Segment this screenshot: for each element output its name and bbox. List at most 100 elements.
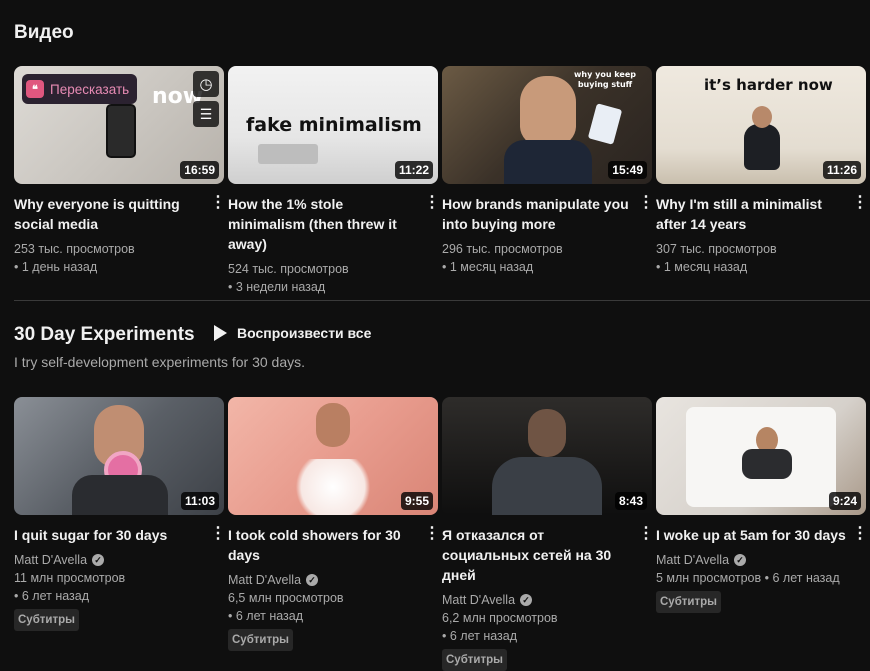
channel-name[interactable]: Matt D'Avella ✓ [442,591,652,609]
clock-icon: ◷ [199,76,213,93]
video-card[interactable]: 9:24 I woke up at 5am for 30 days ⋮ Matt… [656,397,868,671]
channel-label: Matt D'Avella [14,553,88,567]
video-age: 1 месяц назад [442,258,652,276]
video-age: 6 лет назад [772,571,840,585]
video-card[interactable]: 11:03 I quit sugar for 30 days ⋮ Matt D'… [14,397,226,671]
shirt-graphic [504,140,592,184]
playlist-grid: 11:03 I quit sugar for 30 days ⋮ Matt D'… [14,397,868,671]
more-vert-icon[interactable]: ⋮ [638,194,654,234]
channel-name[interactable]: Matt D'Avella ✓ [228,571,438,589]
video-views: 11 млн просмотров [14,571,126,585]
retell-icon: ❝ [26,80,44,98]
channel-label: Matt D'Avella [228,573,302,587]
more-vert-icon[interactable]: ⋮ [210,525,226,545]
more-vert-icon[interactable]: ⋮ [852,194,868,234]
head-graphic [752,106,772,128]
thumbnail-caption: why you keep buying stuff [574,70,636,89]
video-title[interactable]: I quit sugar for 30 days [14,525,210,545]
bed-graphic [258,144,318,164]
play-icon [214,325,227,341]
thumbnail-caption: fake minimalism [246,114,422,136]
section-title-playlist[interactable]: 30 Day Experiments [14,324,195,346]
video-age: 1 день назад [14,258,224,276]
video-thumbnail[interactable]: why you keep buying stuff 15:49 [442,66,652,184]
video-thumbnail[interactable]: 9:55 [228,397,438,515]
playlist-description: I try self-development experiments for 3… [14,354,306,370]
video-thumbnail[interactable]: 9:24 [656,397,866,515]
video-duration: 9:55 [400,492,433,510]
head-graphic [316,403,350,447]
video-title[interactable]: Why I'm still a minimalist after 14 year… [656,194,852,234]
phone-graphic [106,104,136,158]
channel-name[interactable]: Matt D'Avella ✓ [656,551,866,569]
subtitles-badge: Субтитры [656,591,721,613]
person-graphic [744,124,780,170]
video-duration: 11:26 [822,161,861,179]
shirt-graphic [492,457,602,515]
more-vert-icon[interactable]: ⋮ [424,194,440,254]
video-views: 296 тыс. просмотров [442,242,563,256]
shirt-graphic [742,449,792,479]
channel-label: Matt D'Avella [442,593,516,607]
video-card[interactable]: 9:55 I took cold showers for 30 days ⋮ M… [228,397,440,671]
add-to-queue-button[interactable]: ☰ [193,101,219,127]
shower-graphic [288,459,378,515]
video-duration: 11:22 [394,161,433,179]
check-circle-icon: ✓ [734,554,747,566]
video-age: 6 лет назад [442,627,652,645]
video-title[interactable]: Я отказался от социальных сетей на 30 дн… [442,525,638,585]
video-card[interactable]: now ❝ Пересказать ◷ ☰ 16:59 Why everyone… [14,66,226,296]
video-card[interactable]: 8:43 Я отказался от социальных сетей на … [442,397,654,671]
video-card[interactable]: why you keep buying stuff 15:49 How bran… [442,66,654,296]
check-circle-icon: ✓ [92,554,105,566]
play-all-label: Воспроизвести все [237,325,372,341]
video-duration: 9:24 [828,492,861,510]
video-thumbnail[interactable]: 8:43 [442,397,652,515]
check-circle-icon: ✓ [520,594,533,606]
section-divider [14,300,870,301]
video-duration: 11:03 [180,492,219,510]
video-card[interactable]: fake minimalism 11:22 How the 1% stole m… [228,66,440,296]
video-title[interactable]: I woke up at 5am for 30 days [656,525,852,545]
section-title-videos: Видео [14,22,74,43]
video-age: 6 лет назад [14,587,224,605]
check-circle-icon: ✓ [306,574,319,586]
subtitles-badge: Субтитры [14,609,79,631]
video-duration: 15:49 [608,161,647,179]
video-duration: 8:43 [614,492,647,510]
retell-button[interactable]: ❝ Пересказать [22,74,138,104]
person-graphic [520,76,576,146]
video-views: 6,5 млн просмотров [228,591,344,605]
subtitles-badge: Субтитры [228,629,293,651]
video-title[interactable]: How brands manipulate you into buying mo… [442,194,638,234]
video-duration: 16:59 [180,161,219,179]
video-thumbnail[interactable]: 11:03 [14,397,224,515]
video-title[interactable]: How the 1% stole minimalism (then threw … [228,194,424,254]
retell-label: Пересказать [50,81,130,97]
video-grid: now ❝ Пересказать ◷ ☰ 16:59 Why everyone… [14,66,868,296]
more-vert-icon[interactable]: ⋮ [852,525,868,545]
more-vert-icon[interactable]: ⋮ [424,525,440,565]
video-views: 5 млн просмотров [656,571,762,585]
video-meta-line: 5 млн просмотров • 6 лет назад [656,571,840,585]
video-age: 6 лет назад [228,607,438,625]
channel-name[interactable]: Matt D'Avella ✓ [14,551,224,569]
head-graphic [528,409,566,457]
video-card[interactable]: it’s harder now 11:26 Why I'm still a mi… [656,66,868,296]
play-all-button[interactable]: Воспроизвести все [214,325,371,341]
shirt-graphic [72,475,168,515]
video-thumbnail[interactable]: now ❝ Пересказать ◷ ☰ 16:59 [14,66,224,184]
video-title[interactable]: Why everyone is quitting social media [14,194,210,234]
video-views: 307 тыс. просмотров [656,242,777,256]
video-thumbnail[interactable]: fake minimalism 11:22 [228,66,438,184]
watch-later-button[interactable]: ◷ [193,71,219,97]
more-vert-icon[interactable]: ⋮ [210,194,226,234]
video-thumbnail[interactable]: it’s harder now 11:26 [656,66,866,184]
subtitles-badge: Субтитры [442,649,507,671]
more-vert-icon[interactable]: ⋮ [638,525,654,585]
video-title[interactable]: I took cold showers for 30 days [228,525,424,565]
video-age: 1 месяц назад [656,258,866,276]
video-views: 6,2 млн просмотров [442,611,558,625]
video-age: 3 недели назад [228,278,438,296]
queue-icon: ☰ [199,105,213,122]
